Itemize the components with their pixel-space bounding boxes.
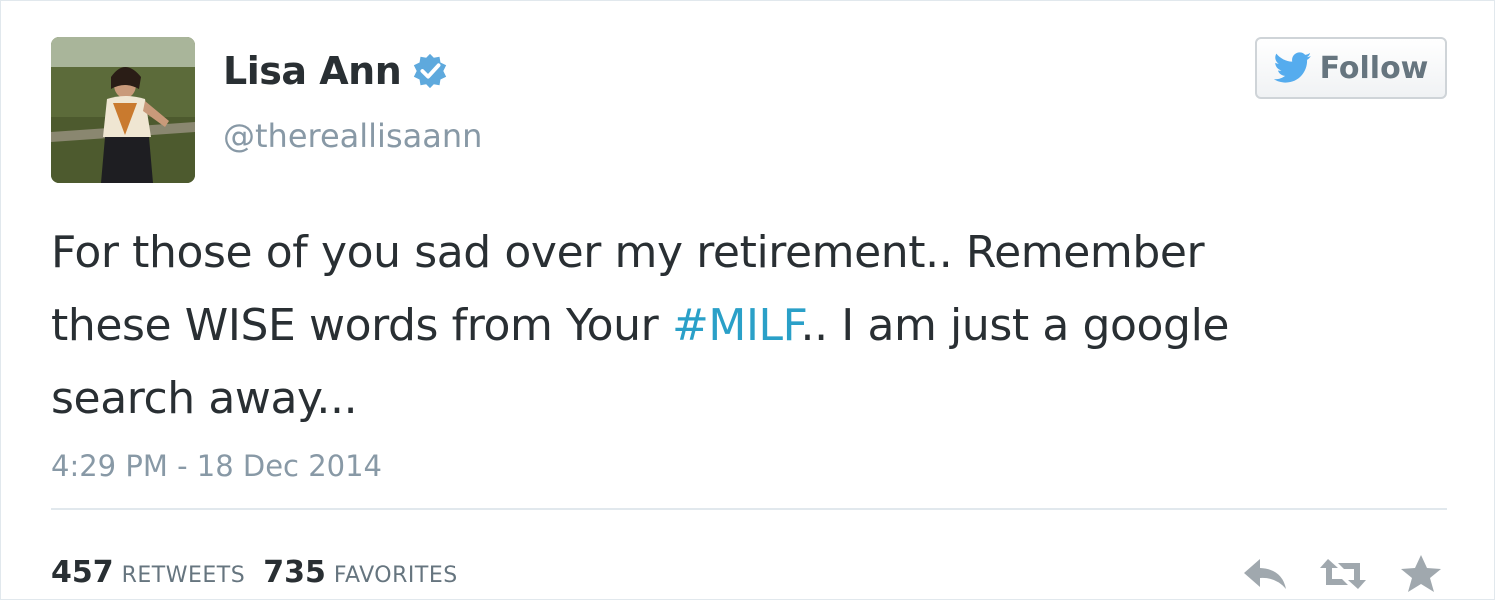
tweet-card: Lisa Ann @thereallisaann Follow For thos… bbox=[0, 0, 1495, 600]
tweet-text: For those of you sad over my retirement.… bbox=[51, 216, 1441, 435]
tweet-line-2-end: .. I am just a google bbox=[800, 300, 1230, 351]
tweet-timestamp[interactable]: 4:29 PM - 18 Dec 2014 bbox=[51, 449, 382, 483]
tweet-line-2-start: these WISE words from Your bbox=[51, 300, 672, 351]
tweet-line-1: For those of you sad over my retirement.… bbox=[51, 227, 1205, 278]
hashtag-link[interactable]: #MILF bbox=[672, 300, 801, 351]
user-name-row: Lisa Ann bbox=[223, 49, 449, 93]
favorites-count[interactable]: 735 bbox=[263, 555, 326, 590]
retweets-label[interactable]: RETWEETS bbox=[122, 563, 246, 588]
tweet-line-3: search away... bbox=[51, 373, 358, 424]
twitter-bird-icon bbox=[1273, 52, 1311, 83]
tweet-stats: 457 RETWEETS 735 FAVORITES bbox=[51, 555, 476, 590]
user-handle[interactable]: @thereallisaann bbox=[223, 117, 482, 155]
retweet-icon[interactable] bbox=[1318, 553, 1368, 595]
favorites-label[interactable]: FAVORITES bbox=[334, 563, 458, 588]
tweet-actions bbox=[1240, 553, 1446, 595]
user-name[interactable]: Lisa Ann bbox=[223, 49, 402, 93]
star-icon[interactable] bbox=[1396, 553, 1446, 595]
follow-button[interactable]: Follow bbox=[1255, 37, 1447, 99]
verified-badge-icon bbox=[414, 53, 447, 89]
follow-label: Follow bbox=[1319, 50, 1429, 86]
avatar-photo bbox=[51, 37, 195, 183]
reply-icon[interactable] bbox=[1240, 553, 1290, 595]
avatar[interactable] bbox=[51, 37, 195, 183]
retweets-count[interactable]: 457 bbox=[51, 555, 114, 590]
divider bbox=[51, 508, 1447, 510]
